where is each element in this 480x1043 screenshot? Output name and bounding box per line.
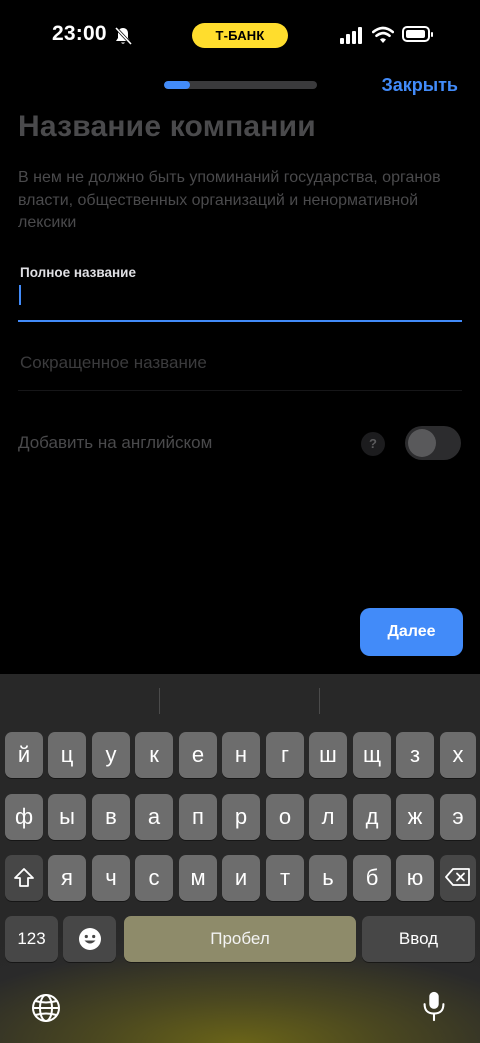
help-icon[interactable]: ? xyxy=(361,432,385,456)
key-letter[interactable]: г xyxy=(266,732,304,778)
key-letter[interactable]: м xyxy=(179,855,217,901)
key-letter[interactable]: ы xyxy=(48,794,86,840)
key-letter[interactable]: е xyxy=(179,732,217,778)
key-letter[interactable]: з xyxy=(396,732,434,778)
suggestion-divider xyxy=(159,688,160,714)
key-letter[interactable]: б xyxy=(353,855,391,901)
signal-icon xyxy=(340,27,362,44)
status-time: 23:00 xyxy=(52,22,107,45)
status-bar: 23:00 Т-БАНК xyxy=(0,0,480,72)
key-letter[interactable]: т xyxy=(266,855,304,901)
key-letter[interactable]: л xyxy=(309,794,347,840)
full-name-label: Полное название xyxy=(20,265,136,280)
short-name-field[interactable]: Сокращенное название xyxy=(20,353,207,373)
carrier-badge: Т-БАНК xyxy=(192,23,288,48)
battery-icon xyxy=(402,26,433,42)
globe-icon[interactable] xyxy=(30,992,62,1024)
key-letter[interactable]: ю xyxy=(396,855,434,901)
full-name-underline xyxy=(18,320,462,322)
key-letter[interactable]: я xyxy=(48,855,86,901)
backspace-key[interactable] xyxy=(440,855,476,901)
shift-icon xyxy=(14,868,34,887)
key-letter[interactable]: с xyxy=(135,855,173,901)
text-cursor xyxy=(19,285,21,305)
suggestion-divider xyxy=(319,688,320,714)
shift-key[interactable] xyxy=(5,855,43,901)
key-letter[interactable]: р xyxy=(222,794,260,840)
key-letter[interactable]: п xyxy=(179,794,217,840)
key-letter[interactable]: й xyxy=(5,732,43,778)
key-letter[interactable]: ш xyxy=(309,732,347,778)
full-name-field[interactable]: Полное название xyxy=(18,262,462,322)
english-name-label: Добавить на английском xyxy=(18,433,213,452)
key-letter[interactable]: щ xyxy=(353,732,391,778)
emoji-key[interactable] xyxy=(63,916,116,962)
page-title: Название компании xyxy=(18,110,316,143)
key-letter[interactable]: у xyxy=(92,732,130,778)
close-button[interactable]: Закрыть xyxy=(381,75,458,96)
key-letter[interactable]: в xyxy=(92,794,130,840)
numbers-key[interactable]: 123 xyxy=(5,916,58,962)
key-letter[interactable]: ф xyxy=(5,794,43,840)
wifi-icon xyxy=(372,26,394,43)
key-letter[interactable]: и xyxy=(222,855,260,901)
bell-slash-icon xyxy=(114,26,132,46)
key-letter[interactable]: а xyxy=(135,794,173,840)
keyboard: й ц у к е н г ш щ з х ф ы в а п р о л д … xyxy=(0,674,480,1043)
key-letter[interactable]: к xyxy=(135,732,173,778)
key-letter[interactable]: ц xyxy=(48,732,86,778)
backspace-icon xyxy=(445,868,470,886)
key-letter[interactable]: ь xyxy=(309,855,347,901)
page-subtitle: В нем не должно быть упоминаний государс… xyxy=(18,169,441,231)
return-key[interactable]: Ввод xyxy=(362,916,475,962)
key-letter[interactable]: н xyxy=(222,732,260,778)
toggle-knob xyxy=(408,429,436,457)
key-letter[interactable]: о xyxy=(266,794,304,840)
next-button[interactable]: Далее xyxy=(360,608,463,656)
app-screen: 23:00 Т-БАНК Закрыть Название компании В… xyxy=(0,0,480,1043)
mic-icon[interactable] xyxy=(418,990,450,1022)
key-letter[interactable]: э xyxy=(440,794,476,840)
progress-bar xyxy=(164,81,317,89)
key-letter[interactable]: х xyxy=(440,732,476,778)
emoji-icon xyxy=(78,928,101,950)
key-letter[interactable]: ч xyxy=(92,855,130,901)
suggestion-bar xyxy=(0,674,480,718)
key-letter[interactable]: ж xyxy=(396,794,434,840)
space-key[interactable]: Пробел xyxy=(124,916,356,962)
english-name-toggle[interactable] xyxy=(405,426,461,460)
progress-bar-fill xyxy=(164,81,190,89)
short-name-underline xyxy=(18,390,462,391)
key-letter[interactable]: д xyxy=(353,794,391,840)
